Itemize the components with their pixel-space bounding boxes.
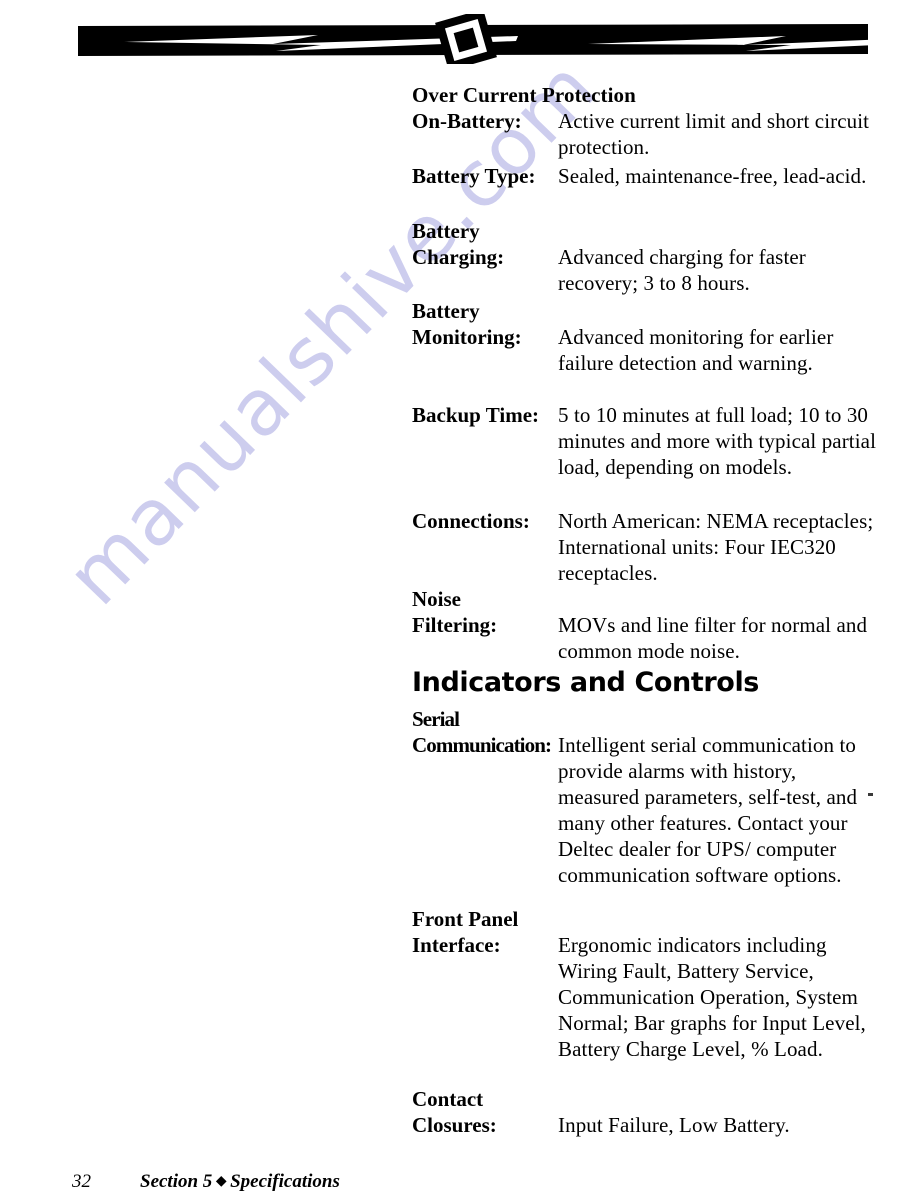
- spec-label-line: Filtering:: [412, 613, 498, 637]
- spec-label: Battery Type:: [412, 164, 536, 188]
- spec-value: Input Failure, Low Battery.: [558, 1113, 790, 1137]
- spec-label-line: Serial: [412, 707, 460, 731]
- diamond-separator-icon: ◆: [212, 1174, 231, 1189]
- spec-row-serial-communication: Serial Communication: Intelligent serial…: [412, 706, 882, 888]
- footer-section-label: Section 5 ◆ Specifications: [140, 1171, 340, 1193]
- spec-row-on-battery: On-Battery: Active current limit and sho…: [412, 108, 882, 160]
- spec-row-battery-type: Battery Type: Sealed, maintenance-free, …: [412, 163, 882, 189]
- spec-value: MOVs and line filter for normal and comm…: [558, 613, 868, 663]
- spec-value: Advanced monitoring for earlier failure …: [558, 325, 834, 375]
- spec-label-line: Monitoring:: [412, 325, 522, 349]
- spec-label: Serial Communication:: [412, 706, 558, 758]
- spec-row-noise-filtering: Noise Filtering: MOVs and line filter fo…: [412, 586, 882, 664]
- spec-label: Front Panel Interface:: [412, 906, 558, 958]
- spec-label-line: Front Panel: [412, 907, 519, 931]
- footer-section-topic: Specifications: [230, 1171, 340, 1192]
- spec-value: North American: NEMA receptacles; Intern…: [558, 509, 874, 585]
- spec-value: Active current limit and short circuit p…: [558, 109, 870, 159]
- spec-value: Ergonomic indicators including Wiring Fa…: [558, 933, 866, 1061]
- spec-label-line: Battery: [412, 299, 480, 323]
- spec-label-line: Communication:: [412, 733, 552, 757]
- spec-value: Intelligent serial communication to prov…: [558, 733, 858, 887]
- page-number: 32: [72, 1171, 91, 1192]
- spec-label: Backup Time:: [412, 403, 540, 427]
- spec-label: Noise Filtering:: [412, 586, 558, 638]
- lightning-bolt-rule: [78, 14, 868, 64]
- spec-label-line: Noise: [412, 587, 461, 611]
- spec-label-line: Closures:: [412, 1113, 497, 1137]
- spec-value: Advanced charging for faster recovery; 3…: [558, 245, 806, 295]
- spec-label: Battery Charging:: [412, 218, 558, 270]
- spec-label: On-Battery:: [412, 109, 522, 133]
- spec-label: Contact Closures:: [412, 1086, 558, 1138]
- section-heading: Over Current Protection: [412, 83, 636, 107]
- spec-row-battery-charging: Battery Charging: Advanced charging for …: [412, 218, 882, 296]
- scan-artifact-speck: [868, 793, 873, 796]
- document-page: manualshive.com Over Current Protection …: [0, 0, 924, 1193]
- spec-value: Sealed, maintenance-free, lead-acid.: [558, 164, 867, 188]
- spec-row-backup-time: Backup Time: 5 to 10 minutes at full loa…: [412, 402, 882, 480]
- footer-section-name: Section 5: [140, 1171, 213, 1192]
- spec-value: 5 to 10 minutes at full load; 10 to 30 m…: [558, 403, 877, 479]
- spec-label-line: Interface:: [412, 933, 501, 957]
- spec-label-line: Battery: [412, 219, 480, 243]
- spec-label-line: Contact: [412, 1087, 484, 1111]
- spec-row-connections: Connections: North American: NEMA recept…: [412, 508, 882, 586]
- spec-label: Connections:: [412, 509, 530, 533]
- section-heading-indicators-and-controls: Indicators and Controls: [412, 667, 759, 698]
- spec-label: Battery Monitoring:: [412, 298, 558, 350]
- spec-row-battery-monitoring: Battery Monitoring: Advanced monitoring …: [412, 298, 882, 376]
- section-over-current-protection: Over Current Protection: [412, 82, 882, 108]
- spec-row-contact-closures: Contact Closures: Input Failure, Low Bat…: [412, 1086, 882, 1138]
- spec-row-front-panel-interface: Front Panel Interface: Ergonomic indicat…: [412, 906, 882, 1062]
- spec-label-line: Charging:: [412, 245, 505, 269]
